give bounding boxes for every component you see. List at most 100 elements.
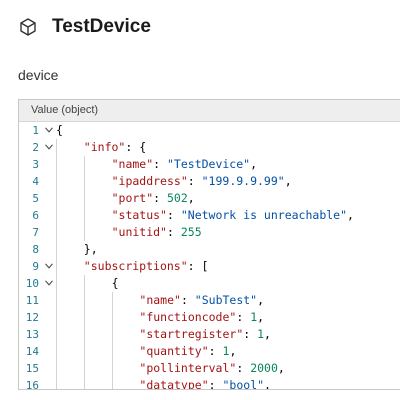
indent-guide	[111, 292, 113, 309]
indent-guide	[83, 224, 85, 241]
json-key: "unitid"	[111, 225, 167, 239]
code-line[interactable]: 4 "ipaddress": "199.9.9.99",	[19, 173, 400, 190]
line-gutter: 10	[19, 275, 55, 292]
json-number: 255	[180, 225, 202, 239]
indent-guide	[111, 360, 113, 377]
json-string: "TestDevice"	[167, 157, 251, 171]
code-line[interactable]: 11 "name": "SubTest",	[19, 292, 400, 309]
json-punctuation: ,	[257, 310, 265, 324]
json-punctuation: :	[208, 344, 223, 358]
line-gutter: 14	[19, 343, 55, 360]
json-punctuation: ,	[187, 191, 195, 205]
indent-guide	[83, 343, 85, 360]
json-string: "199.9.9.99"	[201, 174, 285, 188]
code-line[interactable]: 3 "name": "TestDevice",	[19, 156, 400, 173]
code-text: "info": {	[84, 139, 146, 156]
code-line[interactable]: 16 "datatype": "bool",	[19, 377, 400, 390]
indent-guide	[83, 156, 85, 173]
indent-guide	[56, 326, 57, 343]
indent-guide	[56, 343, 57, 360]
json-key: "port"	[111, 191, 154, 205]
json-punctuation: ,	[284, 174, 292, 188]
line-gutter: 4	[19, 173, 55, 190]
json-punctuation: {	[56, 123, 63, 137]
code-line[interactable]: 1{	[19, 122, 400, 139]
json-key: "name"	[111, 157, 154, 171]
line-gutter: 9	[19, 258, 55, 275]
json-key: "startregister"	[139, 327, 244, 341]
fold-chevron-icon[interactable]	[45, 280, 53, 286]
indent-guide	[83, 377, 85, 389]
page-title: TestDevice	[52, 16, 151, 37]
json-punctuation: :	[236, 361, 251, 375]
json-punctuation: {	[111, 276, 119, 290]
code-line[interactable]: 6 "status": "Network is unreachable",	[19, 207, 400, 224]
json-key: "datatype"	[139, 378, 209, 390]
json-key: "info"	[83, 140, 126, 154]
json-punctuation: ,	[347, 208, 354, 222]
fold-chevron-icon[interactable]	[45, 263, 53, 269]
line-number: 16	[25, 379, 39, 390]
code-line[interactable]: 13 "startregister": 1,	[19, 326, 400, 343]
line-number: 1	[32, 124, 39, 137]
cube-icon	[20, 18, 36, 36]
json-punctuation: ,	[277, 361, 285, 375]
json-punctuation: : [	[187, 259, 209, 273]
line-number: 6	[32, 209, 39, 222]
indent-guide	[83, 309, 85, 326]
code-text: "unitid": 255	[112, 224, 202, 241]
code-line[interactable]: 8},	[19, 241, 400, 258]
fold-chevron-icon[interactable]	[45, 144, 53, 150]
code-line[interactable]: 12 "functioncode": 1,	[19, 309, 400, 326]
line-gutter: 6	[19, 207, 55, 224]
code-line[interactable]: 15 "pollinterval": 2000,	[19, 360, 400, 377]
code-line[interactable]: 7 "unitid": 255	[19, 224, 400, 241]
code-line[interactable]: 14 "quantity": 1,	[19, 343, 400, 360]
code-line[interactable]: 5 "port": 502,	[19, 190, 400, 207]
json-key: "status"	[111, 208, 167, 222]
code-text: },	[84, 241, 98, 258]
code-line[interactable]: 10 {	[19, 275, 400, 292]
line-number: 5	[32, 192, 39, 205]
code-text: "ipaddress": "199.9.9.99",	[112, 173, 292, 190]
device-type-label: device	[18, 67, 59, 83]
code-text: "datatype": "bool",	[139, 377, 271, 390]
json-punctuation: :	[166, 208, 181, 222]
json-punctuation: : {	[125, 140, 147, 154]
json-key: "subscriptions"	[83, 259, 188, 273]
json-string: "Network is unreachable"	[180, 208, 348, 222]
indent-guide	[111, 377, 113, 389]
code-area[interactable]: 1{2 "info": {3 "name": "TestDevice", 4 "ipad…	[19, 122, 400, 390]
line-number: 14	[25, 345, 39, 358]
indent-guide	[56, 258, 57, 275]
indent-guide	[83, 292, 85, 309]
line-gutter: 13	[19, 326, 55, 343]
indent-guide	[56, 207, 57, 224]
code-line[interactable]: 2 "info": {	[19, 139, 400, 156]
line-number: 10	[25, 277, 39, 290]
indent-guide	[56, 173, 57, 190]
line-gutter: 8	[19, 241, 55, 258]
json-value-editor[interactable]: Value (object) 1{2 "info": {3 "name": "Tes…	[18, 99, 400, 390]
code-line[interactable]: 9 "subscriptions": [	[19, 258, 400, 275]
code-text: "subscriptions": [	[84, 258, 209, 275]
code-text: "port": 502,	[112, 190, 195, 207]
json-punctuation: :	[153, 157, 167, 171]
indent-guide	[83, 360, 85, 377]
fold-chevron-icon[interactable]	[45, 127, 53, 133]
json-punctuation: ,	[229, 344, 237, 358]
indent-guide	[83, 275, 85, 292]
code-text: "quantity": 1,	[139, 343, 236, 360]
line-gutter: 15	[19, 360, 55, 377]
json-punctuation: ,	[250, 157, 258, 171]
json-punctuation: ,	[257, 293, 265, 307]
indent-guide	[83, 173, 85, 190]
indent-guide	[56, 309, 57, 326]
json-number: 502	[167, 191, 188, 205]
line-number: 8	[32, 243, 39, 256]
indent-guide	[56, 275, 57, 292]
json-punctuation: :	[153, 191, 167, 205]
line-number: 7	[32, 226, 39, 239]
indent-guide	[56, 377, 57, 389]
indent-guide	[56, 190, 57, 207]
